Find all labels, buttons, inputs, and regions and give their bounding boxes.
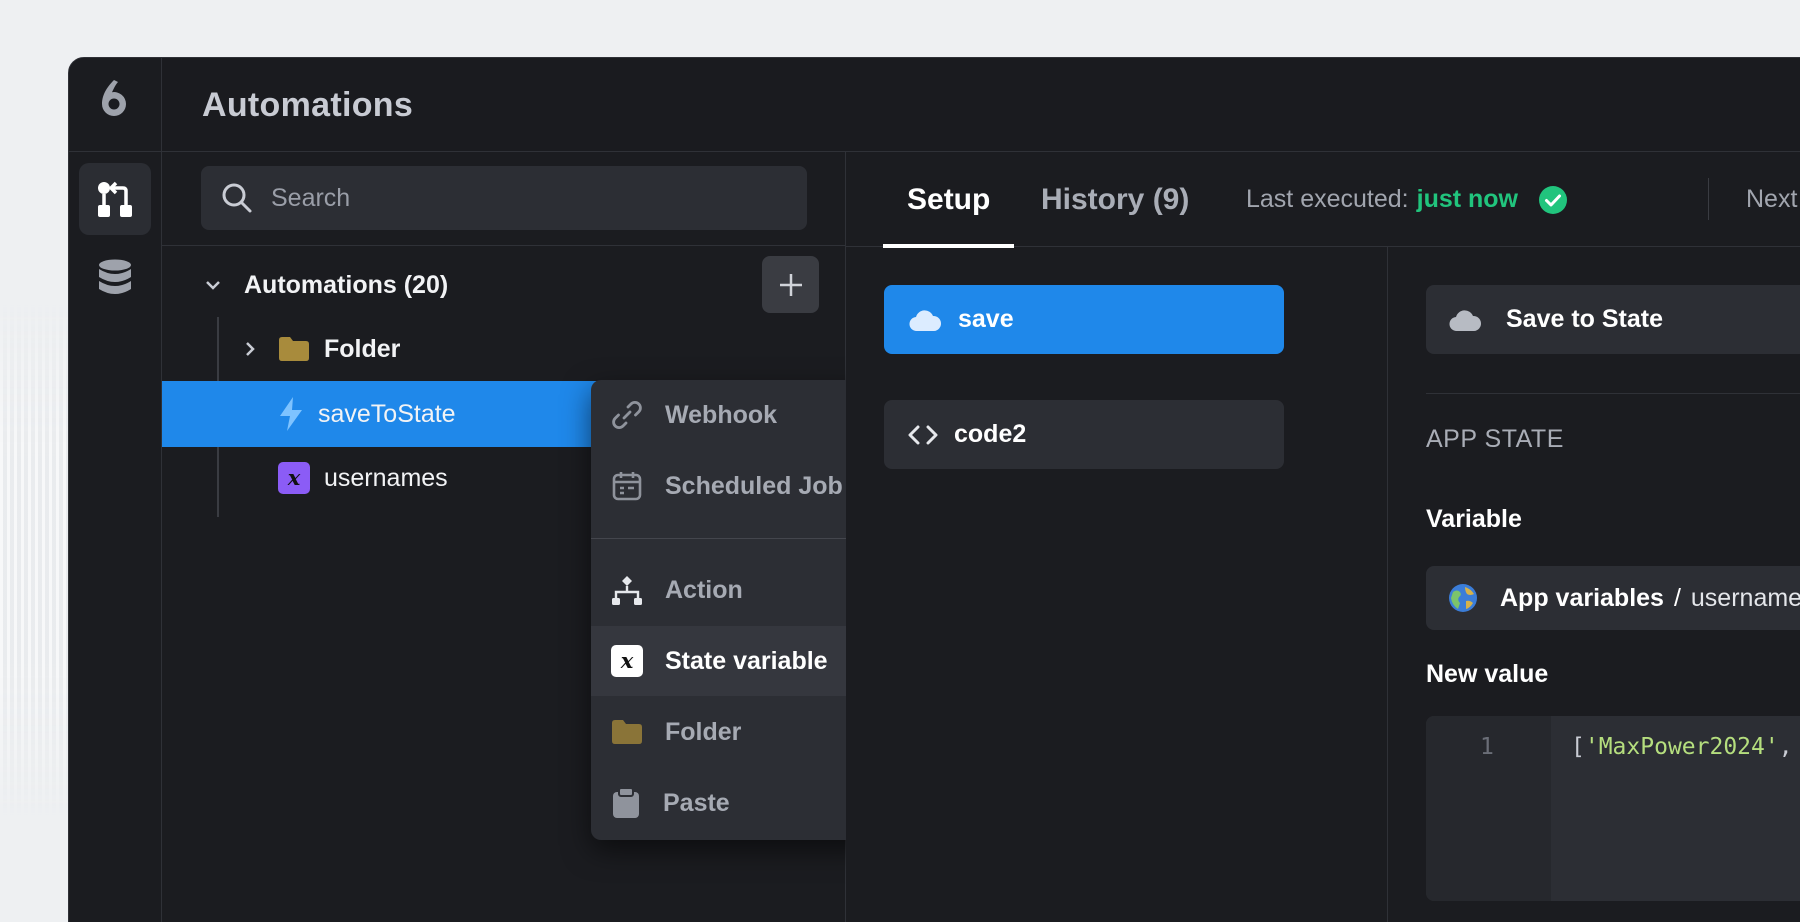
svg-text:x: x	[620, 648, 634, 673]
automations-nav-button[interactable]	[79, 163, 151, 235]
tree-item-label: Folder	[324, 334, 401, 363]
step-detail-panel: Save to State APP STATE Variable App var…	[1388, 247, 1800, 922]
cloud-icon	[1449, 309, 1482, 331]
automation-content: Setup History (9) Last executed: just no…	[846, 152, 1800, 922]
tree-item-label: saveToState	[318, 399, 456, 428]
menu-item-label: Paste	[663, 788, 730, 817]
detail-divider	[1426, 393, 1800, 394]
menu-item-label: State variable	[665, 646, 828, 675]
tree-root-automations[interactable]: Automations (20)	[162, 252, 846, 318]
folder-icon	[612, 720, 642, 744]
add-menu: Webhook Scheduled Job Action x State var…	[591, 380, 875, 840]
search-icon	[222, 183, 252, 213]
step-header[interactable]: Save to State	[1426, 285, 1800, 354]
search-placeholder: Search	[271, 183, 351, 212]
menu-item-label: Scheduled Job	[665, 471, 843, 500]
link-icon	[612, 401, 642, 429]
chevron-down-icon	[206, 281, 220, 290]
code-editor[interactable]: 1 ['MaxPower2024', 'M	[1426, 716, 1800, 901]
state-variable-icon: x	[278, 462, 310, 494]
check-circle-icon	[1539, 185, 1568, 214]
nav-rail	[69, 58, 162, 922]
last-executed-label: Last executed:	[1246, 185, 1409, 213]
background-stripes	[0, 300, 68, 820]
variable-separator: /	[1673, 583, 1681, 612]
menu-item-paste[interactable]: Paste	[591, 768, 875, 838]
menu-item-webhook[interactable]: Webhook	[591, 380, 875, 450]
app-window: Automations Search Automations (20) Fold…	[68, 57, 1800, 922]
action-icon	[612, 576, 642, 605]
flow-node-label: save	[958, 305, 1014, 333]
tree-divider	[162, 245, 846, 246]
logo-icon	[102, 80, 126, 116]
last-executed-status: Last executed: just now	[1246, 152, 1568, 247]
flow-node-code2[interactable]: code2	[884, 400, 1284, 469]
plus-icon	[779, 273, 802, 296]
search-input[interactable]: Search	[201, 166, 807, 230]
tree-item-folder[interactable]: Folder	[162, 316, 846, 382]
section-heading: APP STATE	[1426, 425, 1564, 453]
flow-canvas: save code2	[846, 247, 1388, 922]
chevron-right-icon	[246, 342, 255, 356]
variable-name: usernames	[1690, 583, 1800, 612]
topbar: Automations	[162, 58, 1800, 152]
variable-label: Variable	[1426, 505, 1522, 533]
next-run-label: Next run:	[1746, 185, 1800, 213]
menu-item-label: Action	[665, 575, 743, 604]
tab-history[interactable]: History (9)	[1041, 152, 1189, 247]
variable-select[interactable]: App variables / usernames	[1426, 566, 1800, 630]
status-divider	[1708, 178, 1709, 220]
code-line: ['MaxPower2024', 'M	[1571, 734, 1800, 760]
svg-text:x: x	[287, 465, 301, 490]
folder-icon	[279, 337, 309, 361]
database-icon	[99, 259, 131, 294]
flow-node-save[interactable]: save	[884, 285, 1284, 354]
variable-scope: App variables	[1500, 583, 1664, 612]
cloud-icon	[909, 309, 942, 331]
lightning-icon	[280, 397, 302, 431]
calendar-icon	[612, 472, 642, 501]
menu-item-label: Webhook	[665, 400, 778, 429]
workflow-icon	[98, 181, 132, 217]
line-number: 1	[1480, 734, 1494, 760]
code-bracket: [	[1571, 734, 1585, 760]
tab-bar: Setup History (9) Last executed: just no…	[846, 152, 1800, 248]
state-variable-icon: x	[611, 645, 643, 677]
code-string: 'MaxPower2024'	[1584, 734, 1779, 760]
menu-item-label: Folder	[665, 717, 742, 746]
menu-item-state-variable[interactable]: x State variable	[591, 626, 875, 696]
menu-item-folder[interactable]: Folder	[591, 697, 875, 767]
last-executed-value: just now	[1416, 185, 1519, 213]
flow-node-label: code2	[954, 420, 1027, 448]
menu-item-action[interactable]: Action	[591, 555, 875, 625]
page-title: Automations	[202, 86, 414, 124]
tab-setup[interactable]: Setup	[883, 152, 1015, 248]
add-automation-button[interactable]	[762, 256, 819, 313]
clipboard-icon	[613, 787, 639, 818]
tree-root-label: Automations (20)	[244, 270, 449, 299]
menu-divider	[591, 538, 875, 539]
menu-item-scheduled-job[interactable]: Scheduled Job	[591, 451, 875, 521]
rail-divider	[69, 151, 162, 152]
code-icon	[908, 425, 938, 444]
code-comma: ,	[1778, 734, 1793, 760]
tree-item-label: usernames	[324, 463, 448, 492]
new-value-label: New value	[1426, 660, 1549, 688]
step-title: Save to State	[1506, 305, 1664, 333]
globe-icon	[1449, 584, 1477, 612]
database-nav-button[interactable]	[79, 243, 151, 315]
